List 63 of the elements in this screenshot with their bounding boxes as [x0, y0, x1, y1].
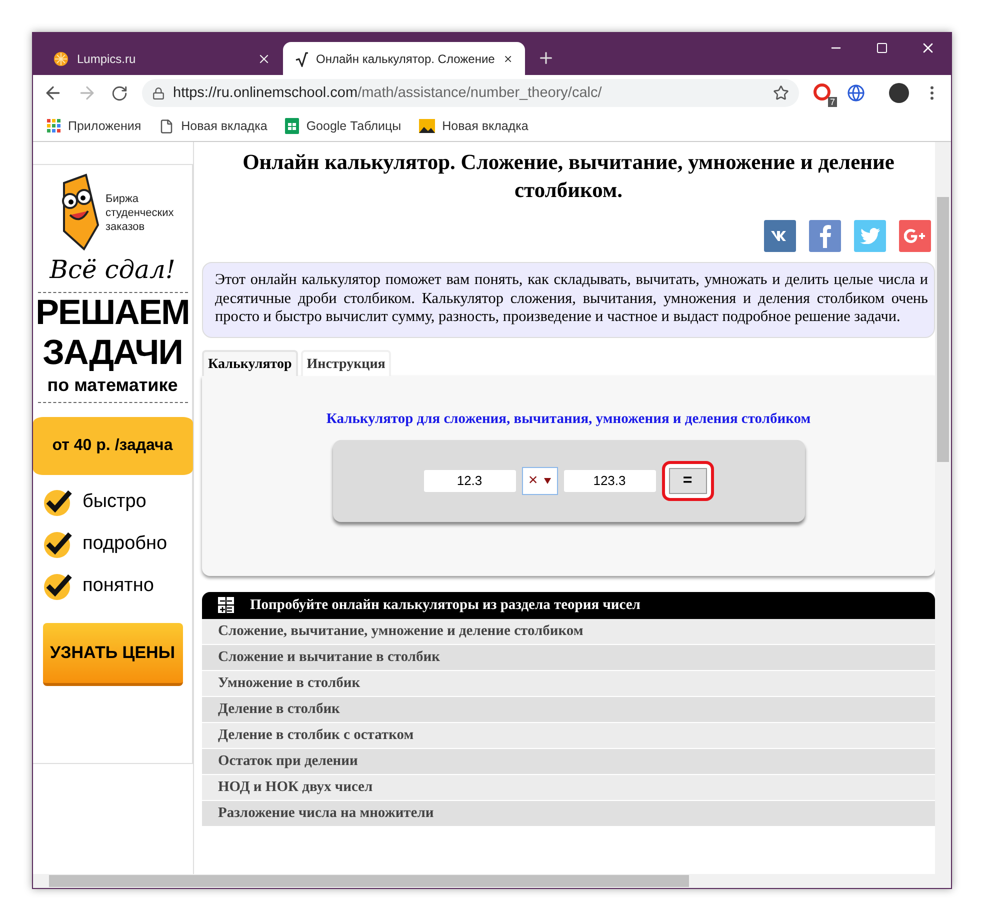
fruit-slice-icon: [53, 50, 69, 66]
check-icon: [42, 529, 72, 559]
related-link[interactable]: Сложение, вычитание, умножение и деление столбиком: [202, 618, 935, 644]
ad-subline: по математике: [47, 375, 178, 396]
bookmark[interactable]: Google Таблицы: [285, 118, 402, 134]
related-link[interactable]: Деление в столбик: [202, 696, 935, 722]
page-icon: [159, 118, 174, 134]
ad-banner[interactable]: Биржа студенческих заказов Всё сдал! РЕШАЕМ ЗАДАЧИ по математике от 40 р. /задача быстро подробно понятно УЗНАТЬ ЦЕНЫ: [33, 164, 193, 764]
page-title: Онлайн калькулятор. Сложение, вычитание, умножение и деление столбиком.: [242, 149, 896, 204]
scrollbar-thumb[interactable]: [937, 197, 949, 462]
bookmark[interactable]: Новая вкладка: [419, 119, 528, 133]
ad-headline: ЗАДАЧИ: [42, 333, 182, 373]
feature-text: понятно: [82, 575, 154, 597]
calculator-title: Калькулятор для сложения, вычитания, умножения и деления столбиком: [326, 410, 811, 428]
globe-icon[interactable]: [847, 84, 865, 102]
bookmark-star-icon[interactable]: [773, 85, 789, 101]
browser-tab[interactable]: Онлайн калькулятор. Сложение: [283, 42, 525, 75]
bookmark[interactable]: Новая вкладка: [159, 118, 268, 134]
page-tab[interactable]: Инструкция: [300, 350, 392, 376]
related-link[interactable]: Деление в столбик с остатком: [202, 722, 935, 748]
new-tab-icon[interactable]: [537, 49, 555, 67]
maximize-icon[interactable]: [876, 42, 888, 54]
scrollbar-thumb[interactable]: [49, 875, 689, 887]
facebook-share-button[interactable]: [809, 220, 841, 252]
operator-select[interactable]: ×: [522, 466, 558, 494]
ad-headline: РЕШАЕМ: [36, 293, 190, 333]
feature-text: быстро: [82, 491, 146, 513]
facebook-logo-icon: [818, 224, 832, 248]
related-link[interactable]: НОД и НОК двух чисел: [202, 774, 935, 800]
extension-badge: 7: [828, 97, 837, 107]
related-header: Попробуйте онлайн калькуляторы из раздела теория чисел: [202, 592, 935, 618]
avatar[interactable]: [889, 83, 909, 103]
reload-icon[interactable]: [111, 84, 128, 102]
number-field[interactable]: 12.3: [424, 470, 516, 492]
number-field[interactable]: 123.3: [564, 470, 656, 492]
related-link[interactable]: Умножение в столбик: [202, 670, 935, 696]
intro-text: Этот онлайн калькулятор поможет вам понять, как складывать, вычитать, умножать и делить целые числа и десятичные дроби столбиком. Калькулятор сложения, вычитания, умножения и деления столбиком очень просто и быстро вычислит сумму, разность, произведение и частное и выдаст подробное решение задачи.: [202, 262, 935, 338]
ad-slogan: Всё сдал!: [50, 255, 176, 284]
calculator-icon: [218, 597, 234, 613]
browser-tab[interactable]: Lumpics.ru: [41, 42, 283, 75]
related-link[interactable]: Разложение числа на множители: [202, 800, 935, 826]
check-icon: [42, 571, 72, 601]
apps-grid-icon: [47, 119, 61, 133]
related-link[interactable]: Сложение и вычитание в столбик: [202, 644, 935, 670]
bird-icon: [860, 228, 880, 244]
page-tab[interactable]: Калькулятор: [202, 350, 298, 376]
dropdown-caret-icon: [544, 478, 551, 484]
prices-button[interactable]: УЗНАТЬ ЦЕНЫ: [42, 623, 182, 686]
bookmark[interactable]: Приложения: [47, 119, 142, 133]
landscape-image-icon: [419, 119, 436, 133]
spreadsheet-icon: [285, 118, 300, 134]
brand-name: Биржа студенческих заказов: [106, 192, 172, 234]
lock-icon: [152, 86, 165, 100]
vk-share-button[interactable]: [764, 220, 796, 252]
google-plus-logo-icon: [904, 229, 926, 243]
related-link[interactable]: Остаток при делении: [202, 748, 935, 774]
check-icon: [42, 487, 72, 517]
google-plus-share-button[interactable]: [899, 220, 931, 252]
price-banner: от 40 р. /задача: [33, 417, 192, 475]
address-bar[interactable]: https://ru.onlinemschool.com/math/assistance/number_theory/calc/: [142, 79, 799, 107]
root-sign-icon: [295, 50, 308, 66]
equals-button[interactable]: =: [668, 468, 706, 494]
feature-text: подробно: [82, 533, 168, 555]
